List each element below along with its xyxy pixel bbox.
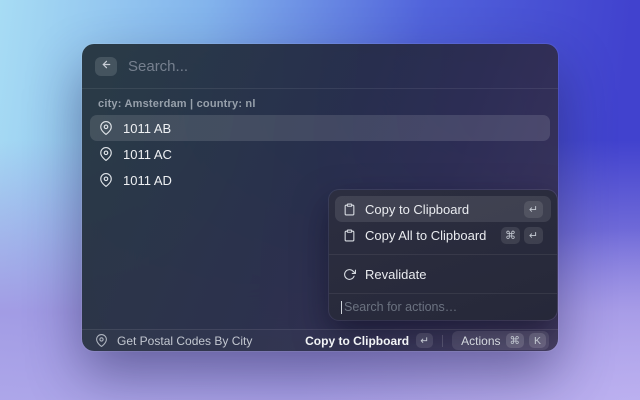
command-title: Get Postal Codes By City (117, 333, 253, 348)
map-pin-icon (95, 334, 108, 347)
launcher-window: city: Amsterdam | country: nl 1011 AB 10… (82, 44, 558, 351)
status-bar: Get Postal Codes By City Copy to Clipboa… (82, 329, 558, 351)
results-list: 1011 AB 1011 AC 1011 AD (82, 115, 558, 193)
desktop-background: city: Amsterdam | country: nl 1011 AB 10… (0, 0, 640, 400)
action-panel-group: Revalidate (329, 255, 557, 293)
actions-button[interactable]: Actions ⌘ K (452, 331, 549, 350)
refresh-icon (343, 268, 356, 281)
return-key-badge: ↵ (524, 226, 543, 244)
action-panel-group: Copy to Clipboard ↵ Copy All to Clipboar… (329, 190, 557, 254)
action-item-copy-to-clipboard[interactable]: Copy to Clipboard ↵ (335, 196, 551, 222)
list-item-label: 1011 AB (123, 120, 172, 136)
clipboard-icon (343, 203, 356, 216)
action-panel: Copy to Clipboard ↵ Copy All to Clipboar… (329, 190, 557, 320)
list-item[interactable]: 1011 AC (90, 141, 550, 167)
map-pin-icon (99, 121, 113, 135)
shortcut-keys: ↵ (524, 200, 543, 218)
return-key-badge: ↵ (416, 333, 434, 348)
command-key-badge: ⌘ (501, 226, 520, 244)
action-item-revalidate[interactable]: Revalidate (335, 261, 551, 287)
action-item-label: Copy to Clipboard (365, 201, 470, 217)
command-key-badge: ⌘ (505, 333, 524, 348)
list-item-label: 1011 AD (123, 172, 172, 188)
back-button[interactable] (95, 56, 117, 76)
shortcut-keys: ⌘ ↵ (501, 226, 543, 244)
divider (442, 334, 444, 347)
clipboard-icon (343, 229, 356, 242)
primary-action-button[interactable]: Copy to Clipboard (305, 334, 409, 348)
search-input[interactable] (128, 57, 448, 75)
map-pin-icon (99, 147, 113, 161)
action-item-copy-all-to-clipboard[interactable]: Copy All to Clipboard ⌘ ↵ (335, 222, 551, 248)
map-pin-icon (99, 173, 113, 187)
list-item-label: 1011 AC (123, 146, 172, 162)
return-key-badge: ↵ (524, 200, 543, 218)
action-item-label: Copy All to Clipboard (365, 227, 487, 243)
actions-search-input[interactable]: Search for actions… (329, 294, 557, 320)
actions-search-placeholder: Search for actions… (344, 300, 458, 314)
actions-button-label: Actions (461, 333, 501, 348)
text-caret (341, 300, 342, 314)
action-item-label: Revalidate (365, 266, 427, 282)
k-key-badge: K (529, 333, 546, 348)
list-item[interactable]: 1011 AB (90, 115, 550, 141)
search-bar (82, 44, 558, 89)
arrow-left-icon (101, 57, 112, 75)
section-header: city: Amsterdam | country: nl (98, 98, 256, 110)
